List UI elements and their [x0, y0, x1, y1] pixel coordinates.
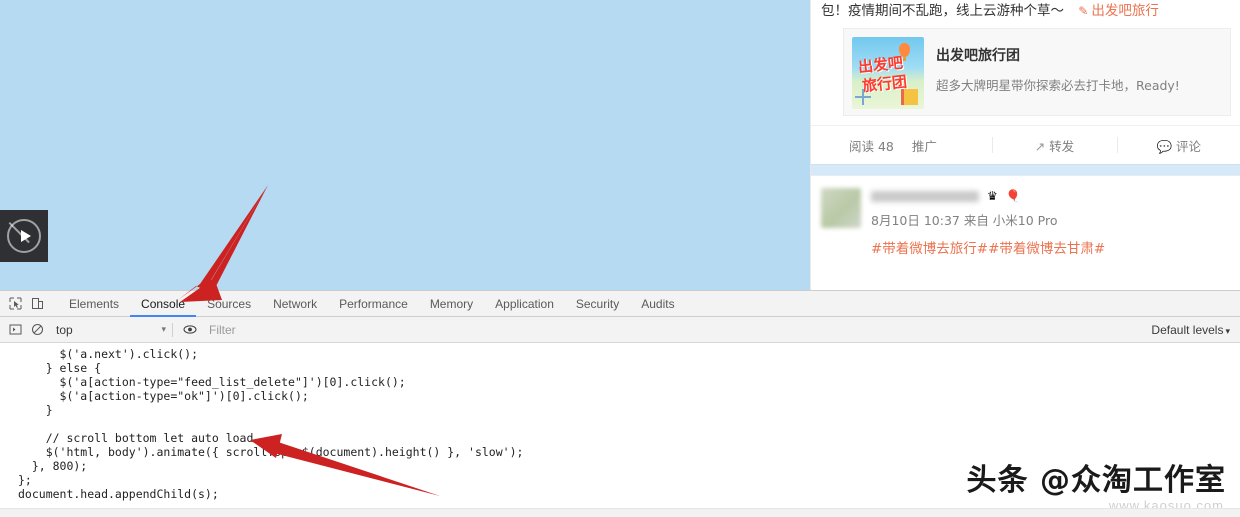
- play-triangle-icon: [21, 230, 31, 242]
- tab-sources[interactable]: Sources: [196, 291, 262, 317]
- weibo-repost-button[interactable]: ↗ 转发: [992, 136, 1116, 155]
- tab-application[interactable]: Application: [484, 291, 565, 317]
- console-filter-input[interactable]: Filter: [209, 323, 1151, 337]
- tab-console[interactable]: Console: [130, 291, 197, 317]
- bottom-strip: [0, 508, 1240, 517]
- code-line-7-text: $('html, body').animate({ scrollTop: $(d…: [18, 445, 524, 459]
- link-icon: ✎: [1078, 4, 1089, 18]
- weibo-promo-card[interactable]: 出发吧 旅行团 出发吧旅行团 超多大牌明星带你探索必去打卡地，Ready!: [843, 28, 1231, 116]
- weibo-comment-label: 评论: [1176, 138, 1202, 154]
- windmill-icon: [854, 89, 872, 107]
- avatar[interactable]: [821, 188, 861, 228]
- weibo-promo-card-title: 出发吧旅行团: [936, 48, 1020, 64]
- code-line-9-text: };: [18, 473, 32, 487]
- code-line-3: $('a[action-type="feed_list_delete"]')[0…: [0, 375, 1240, 389]
- weibo-post-text: 包！疫情期间不乱跑，线上云游种个草～ ✎ 出发吧旅行: [811, 0, 1240, 20]
- chevron-down-icon: ▾: [161, 324, 166, 334]
- weibo-post-2-body: ♛ 🎈 8月10日 10:37 来自 小米10 Pro #带着微博去旅行##带着…: [861, 188, 1231, 257]
- code-line-4-text: $('a[action-type="ok"]')[0].click();: [18, 389, 309, 403]
- tab-elements[interactable]: Elements: [58, 291, 130, 317]
- weibo-read-label: 阅读 48: [849, 138, 894, 154]
- play-icon[interactable]: [7, 219, 41, 253]
- video-player-thumbnail[interactable]: [0, 210, 48, 262]
- weibo-post-2: ♛ 🎈 8月10日 10:37 来自 小米10 Pro #带着微博去旅行##带着…: [811, 176, 1240, 257]
- browser-page-area: [0, 0, 810, 290]
- balloon-badge-icon: 🎈: [1005, 189, 1021, 203]
- watermark-main: 头条 @众淘工作室: [966, 463, 1226, 498]
- weibo-promo-card-desc: 超多大牌明星带你探索必去打卡地，Ready!: [936, 78, 1180, 93]
- weibo-author-name-blurred[interactable]: [871, 190, 979, 202]
- weibo-action-bar: 阅读 48 推广 ↗ 转发 💬 评论: [811, 125, 1240, 164]
- weibo-post-meta: 8月10日 10:37 来自 小米10 Pro: [871, 213, 1058, 228]
- device-toolbar-icon[interactable]: [26, 293, 48, 315]
- weibo-promo-card-image: 出发吧 旅行团: [852, 37, 924, 109]
- devtools-tabbar: Elements Console Sources Network Perform…: [0, 291, 1240, 317]
- tab-network[interactable]: Network: [262, 291, 328, 317]
- chevron-down-icon-levels: ▾: [1225, 325, 1230, 336]
- code-line-4: $('a[action-type="ok"]')[0].click();: [0, 389, 1240, 403]
- weibo-promo-card-body: 出发吧旅行团 超多大牌明星带你探索必去打卡地，Ready!: [924, 37, 1222, 94]
- comment-icon: 💬: [1156, 138, 1173, 154]
- screenshot-root: 包！疫情期间不乱跑，线上云游种个草～ ✎ 出发吧旅行 出发吧 旅行团 出发吧旅行团…: [0, 0, 1240, 517]
- feed-divider: [811, 164, 1240, 176]
- weibo-topic-link[interactable]: ✎ 出发吧旅行: [1078, 3, 1159, 19]
- code-line-1-text: $('a.next').click();: [18, 347, 199, 361]
- console-context-selector[interactable]: top ▾: [56, 323, 166, 337]
- clear-console-icon[interactable]: [26, 319, 48, 341]
- inspect-cursor-icon[interactable]: [4, 293, 26, 315]
- tab-performance[interactable]: Performance: [328, 291, 419, 317]
- code-line-6: // scroll bottom let auto load: [0, 431, 1240, 445]
- tab-security[interactable]: Security: [565, 291, 630, 317]
- tab-memory[interactable]: Memory: [419, 291, 484, 317]
- code-line-5-text: }: [18, 403, 53, 417]
- console-context-value: top: [56, 322, 73, 337]
- console-levels-dropdown[interactable]: Default levels ▾: [1151, 323, 1230, 337]
- console-sidebar-icon[interactable]: [4, 319, 26, 341]
- devtools-tabs: Elements Console Sources Network Perform…: [58, 291, 686, 317]
- code-line-1: $('a.next').click();: [0, 347, 1240, 361]
- weibo-read-count: 阅读 48 推广: [811, 136, 992, 155]
- console-filter-bar: top ▾ Filter Default levels ▾: [0, 317, 1240, 343]
- weibo-topic-link-label: 出发吧旅行: [1091, 3, 1159, 19]
- weibo-comment-button[interactable]: 💬 评论: [1117, 136, 1240, 155]
- toolbar-divider: [172, 322, 173, 337]
- weibo-repost-label: 转发: [1049, 138, 1075, 154]
- gift-icon: [901, 89, 918, 105]
- tab-audits[interactable]: Audits: [630, 291, 685, 317]
- code-line-10-text: document.head.appendChild(s);: [18, 487, 219, 501]
- weibo-promote-button[interactable]: 推广: [912, 139, 937, 154]
- weibo-author-row: ♛ 🎈: [871, 188, 1231, 204]
- code-line-3-text: $('a[action-type="feed_list_delete"]')[0…: [18, 375, 406, 389]
- weibo-post-text-tail: 包！疫情期间不乱跑，线上云游种个草～: [821, 3, 1064, 19]
- code-line-2: } else {: [0, 361, 1240, 375]
- code-line-8-text: }, 800);: [18, 459, 88, 473]
- code-line-5: }: [0, 403, 1240, 417]
- weibo-feed-panel: 包！疫情期间不乱跑，线上云游种个草～ ✎ 出发吧旅行 出发吧 旅行团 出发吧旅行团…: [810, 0, 1240, 290]
- weibo-hashtags[interactable]: #带着微博去旅行##带着微博去甘肃#: [871, 237, 1231, 257]
- code-line-2-text: } else {: [18, 361, 102, 375]
- crown-badge-icon: ♛: [987, 189, 998, 203]
- console-levels-label: Default levels: [1151, 322, 1224, 337]
- eye-icon[interactable]: [179, 319, 201, 341]
- code-line-6-text: // scroll bottom let auto load: [18, 431, 254, 445]
- repost-icon: ↗: [1034, 138, 1046, 154]
